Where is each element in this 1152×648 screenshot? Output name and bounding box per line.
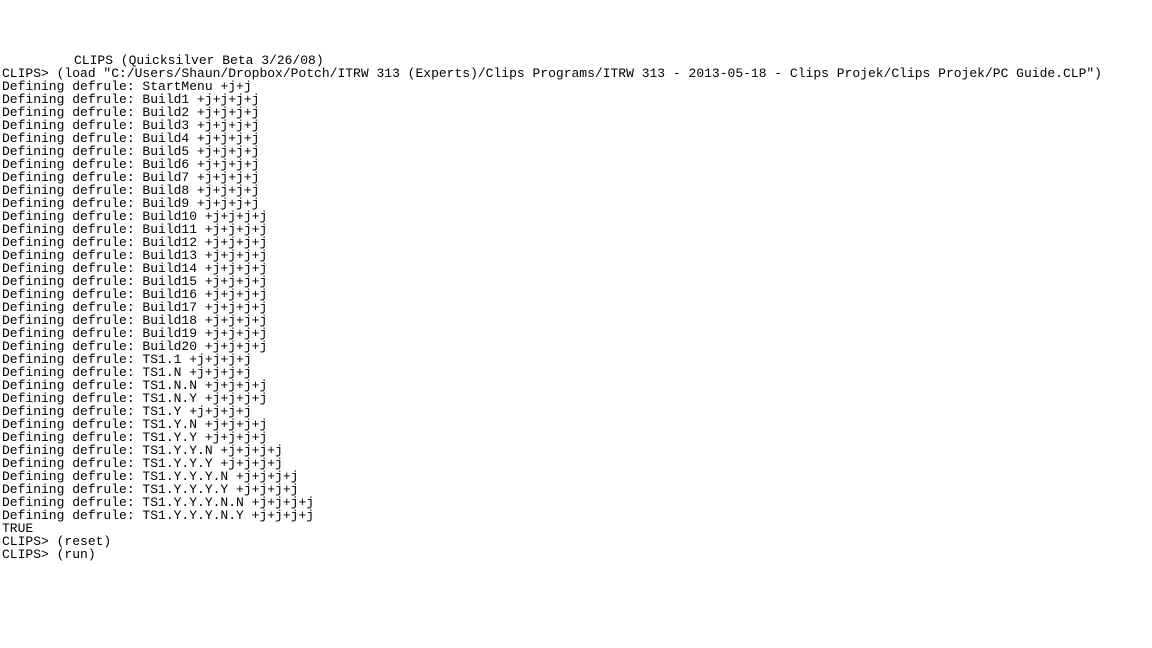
reset-command: CLIPS> (reset) — [2, 535, 1150, 548]
terminal-output[interactable]: CLIPS (Quicksilver Beta 3/26/08)CLIPS> (… — [2, 54, 1150, 561]
defrules-list: Defining defrule: StartMenu +j+jDefining… — [2, 80, 1150, 522]
run-command: CLIPS> (run) — [2, 548, 1150, 561]
true-output: TRUE — [2, 522, 1150, 535]
defrule-line: Defining defrule: TS1.Y.Y.Y.N.Y +j+j+j+j — [2, 509, 1150, 522]
